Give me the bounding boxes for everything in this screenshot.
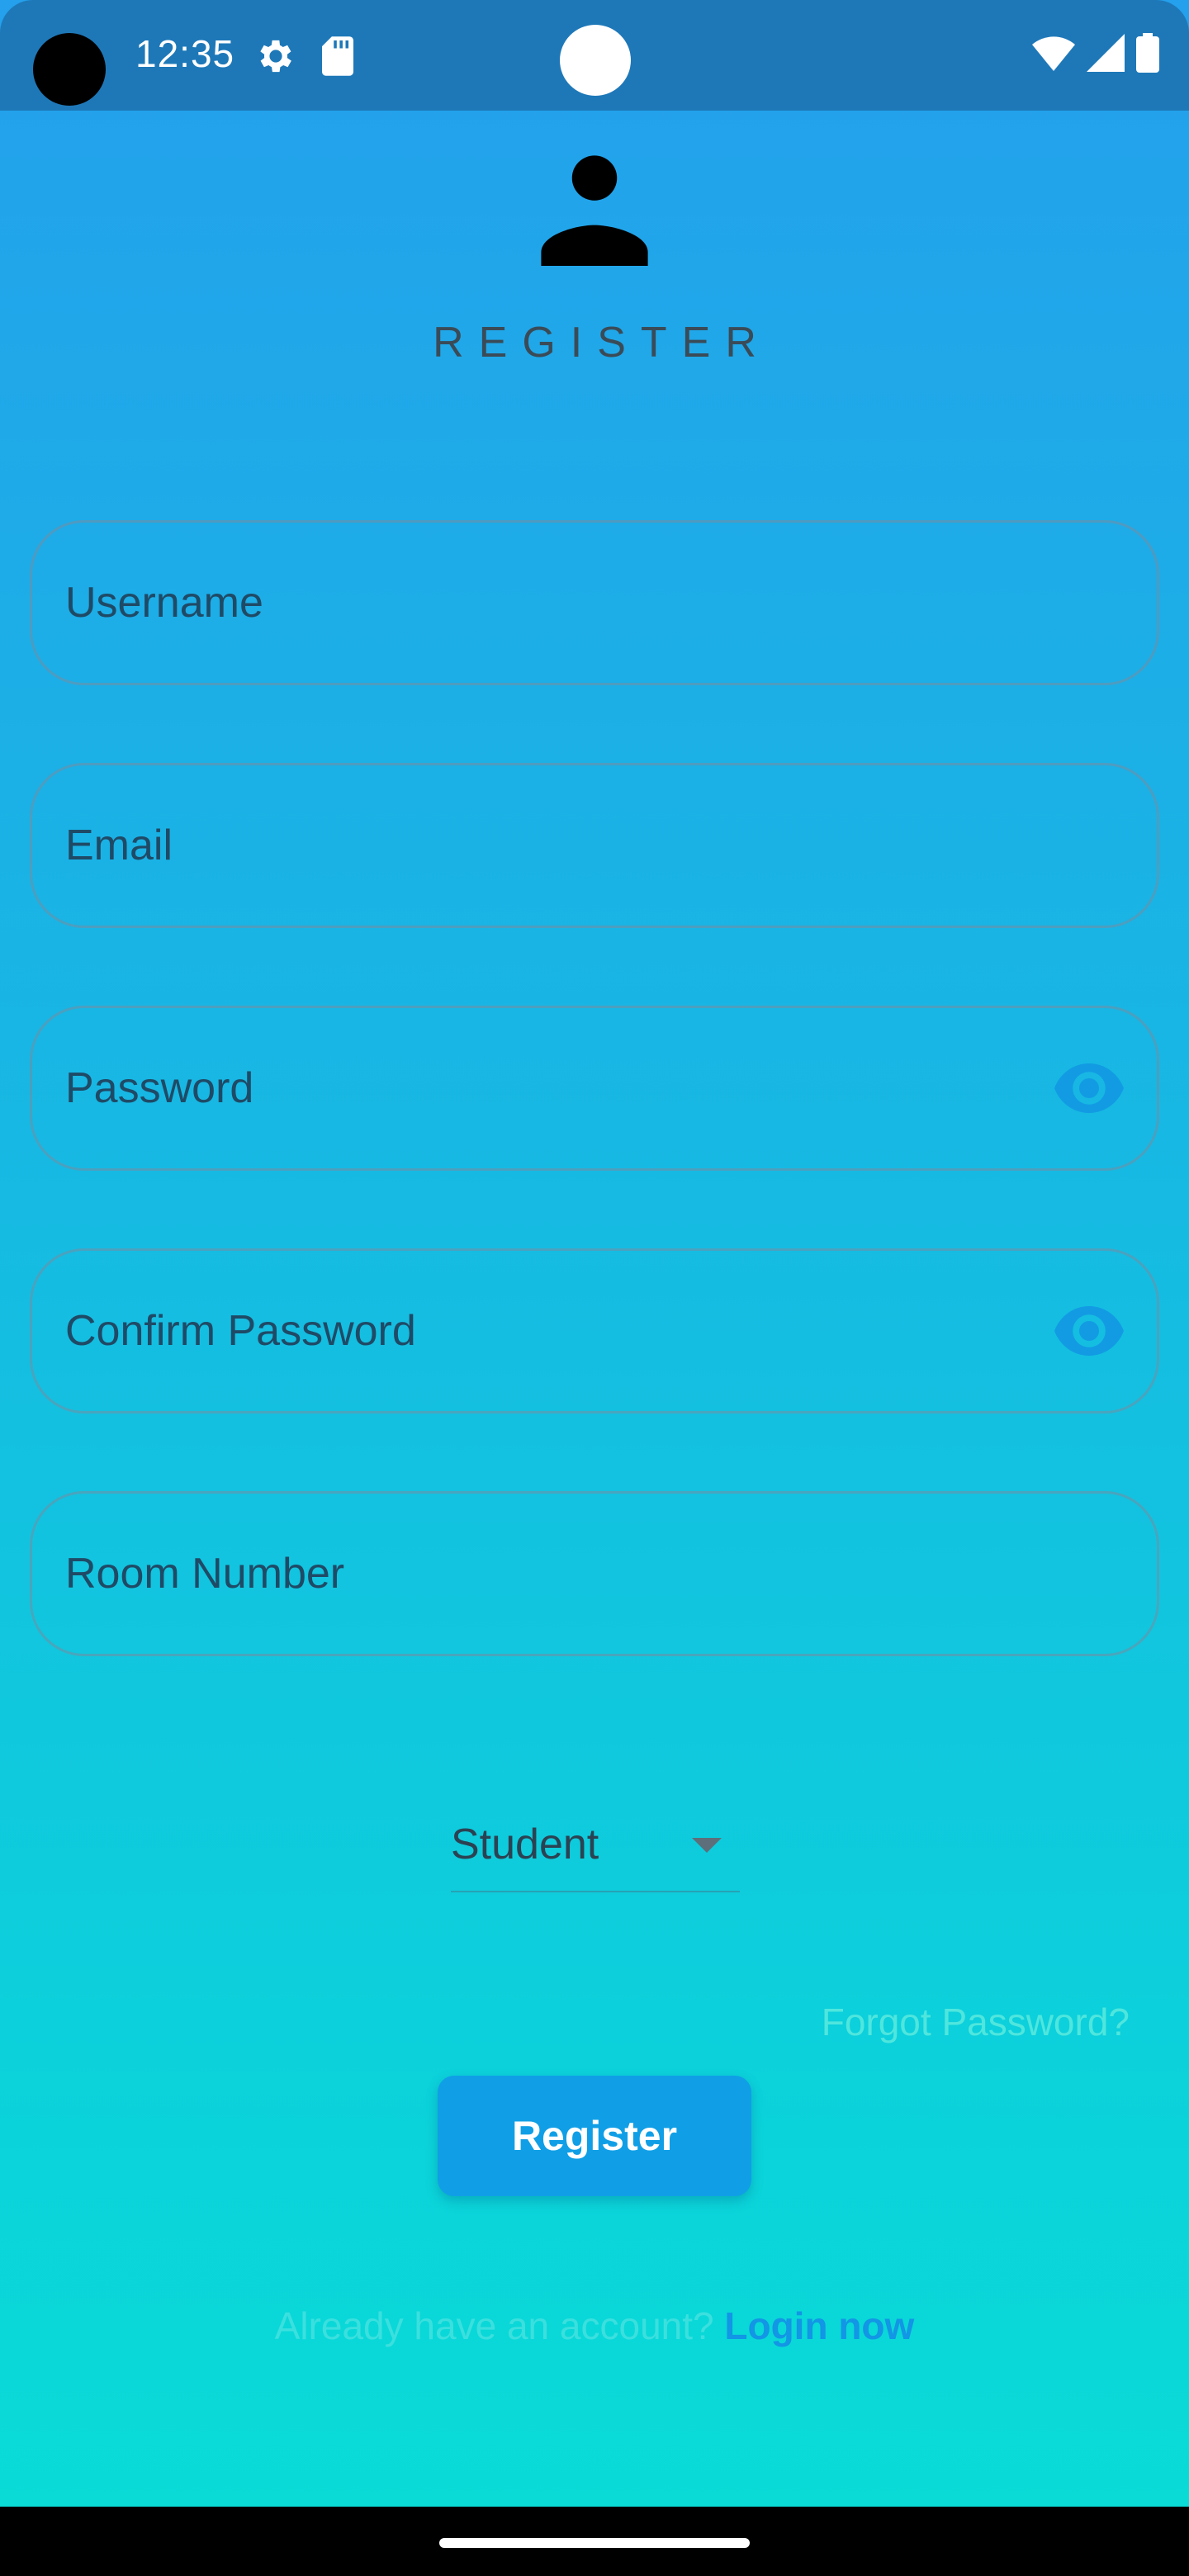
forgot-password-link[interactable]: Forgot Password? bbox=[822, 2000, 1130, 2044]
register-screen: 12:35 REGISTER Username Email Password C… bbox=[0, 0, 1189, 2507]
username-field[interactable]: Username bbox=[30, 520, 1159, 685]
camera-cutout bbox=[33, 33, 106, 106]
person-icon bbox=[541, 155, 648, 266]
room-number-field[interactable]: Room Number bbox=[30, 1491, 1159, 1656]
login-prompt: Already have an account? Login now bbox=[0, 2304, 1189, 2348]
caret-down-icon bbox=[692, 1838, 722, 1853]
status-bar: 12:35 bbox=[0, 0, 1189, 111]
front-camera bbox=[560, 25, 631, 96]
password-label: Password bbox=[65, 1064, 254, 1112]
email-label: Email bbox=[65, 822, 173, 869]
navigation-bar bbox=[0, 2507, 1189, 2576]
register-button[interactable]: Register bbox=[438, 2076, 751, 2196]
username-label: Username bbox=[65, 579, 263, 627]
battery-icon bbox=[1136, 33, 1159, 73]
home-gesture-handle[interactable] bbox=[439, 2538, 750, 2548]
status-icons bbox=[1032, 33, 1159, 73]
confirm-password-field[interactable]: Confirm Password bbox=[30, 1248, 1159, 1413]
page-title: REGISTER bbox=[433, 319, 771, 367]
confirm-password-label: Confirm Password bbox=[65, 1307, 416, 1355]
role-selected-value: Student bbox=[451, 1821, 599, 1868]
sd-card-icon bbox=[322, 36, 353, 76]
wifi-icon bbox=[1032, 36, 1075, 71]
login-now-link[interactable]: Login now bbox=[724, 2304, 914, 2347]
device-frame: 12:35 REGISTER Username Email Password C… bbox=[0, 0, 1189, 2576]
login-prompt-text: Already have an account? bbox=[274, 2304, 714, 2347]
cell-signal-icon bbox=[1087, 34, 1125, 72]
gear-icon bbox=[260, 40, 291, 73]
eye-icon[interactable] bbox=[1054, 1306, 1124, 1356]
role-dropdown[interactable]: Student bbox=[451, 1803, 740, 1892]
email-field[interactable]: Email bbox=[30, 763, 1159, 928]
eye-icon[interactable] bbox=[1054, 1063, 1124, 1113]
status-time: 12:35 bbox=[135, 32, 235, 75]
room-number-label: Room Number bbox=[65, 1550, 345, 1598]
password-field[interactable]: Password bbox=[30, 1006, 1159, 1171]
